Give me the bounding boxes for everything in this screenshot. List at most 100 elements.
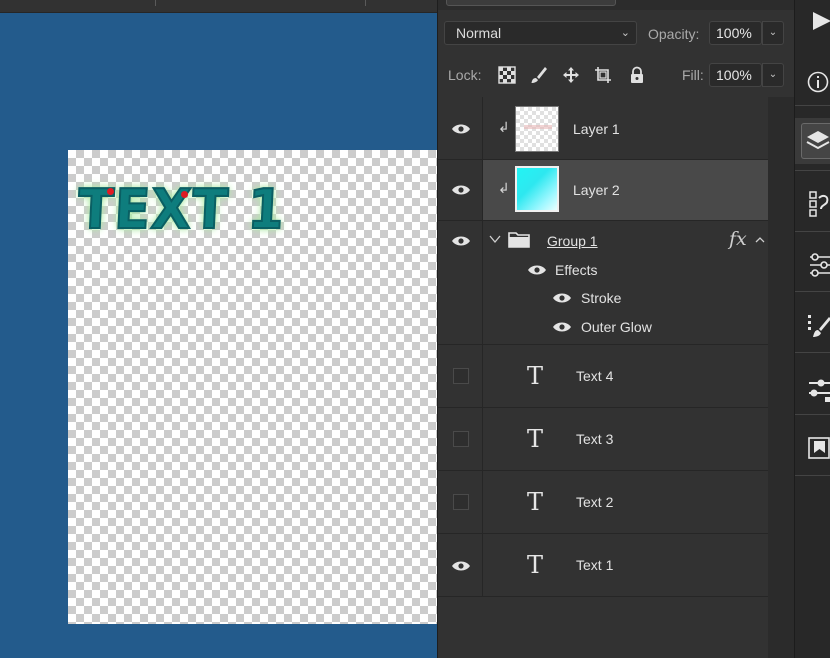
toolbar-divider [795, 291, 830, 292]
lock-position-icon[interactable] [562, 66, 580, 84]
glyphs-icon [809, 191, 829, 217]
right-panel-toolbar [794, 0, 830, 658]
opacity-value: 100% [716, 25, 752, 41]
layer-name[interactable]: Text 4 [576, 368, 613, 384]
visibility-column [438, 97, 483, 159]
anchor-point[interactable] [107, 188, 114, 195]
chevron-down-icon[interactable] [489, 234, 501, 244]
text-layer-icon: T [527, 551, 544, 579]
group-row[interactable]: Group 1 fx Effects Stroke Outer Glow [438, 221, 768, 345]
toolbar-divider [795, 170, 830, 171]
toolbar-divider [795, 475, 830, 476]
layer-name[interactable]: Text 3 [576, 431, 613, 447]
text-layer-icon: T [527, 425, 544, 453]
eye-icon[interactable] [552, 292, 572, 304]
canvas-tab-bar [0, 0, 437, 13]
visibility-column [438, 408, 483, 470]
visibility-column [438, 221, 483, 344]
lock-all-icon[interactable] [628, 66, 646, 84]
lock-image-pixels-icon[interactable] [530, 66, 548, 84]
opacity-field[interactable]: 100% ⌄ [709, 21, 784, 45]
toolbar-button[interactable] [795, 184, 830, 224]
document-canvas[interactable]: TEXT 1 [68, 150, 437, 624]
visibility-column [438, 471, 483, 533]
scrollbar-thumb[interactable] [774, 97, 788, 217]
eye-icon[interactable] [451, 184, 471, 196]
tab-divider [155, 0, 156, 6]
fill-value: 100% [716, 67, 752, 83]
toolbar-button[interactable] [795, 0, 830, 44]
panel-scrollbar[interactable] [768, 97, 795, 658]
toolbar-button-active[interactable] [795, 118, 830, 164]
eye-icon[interactable] [451, 235, 471, 247]
chevron-down-icon[interactable]: ⌄ [762, 63, 784, 87]
layer-thumbnail [515, 166, 559, 212]
toolbar-button[interactable] [795, 367, 830, 407]
anchor-point[interactable] [181, 191, 188, 198]
canvas-area[interactable]: TEXT 1 [0, 0, 437, 658]
info-icon [807, 71, 829, 93]
layer-row[interactable]: T Text 4 [438, 345, 768, 408]
eye-icon[interactable] [527, 264, 547, 276]
effects-label[interactable]: Effects [555, 262, 598, 278]
text-layer-icon: T [527, 488, 544, 516]
lock-label: Lock: [448, 67, 482, 83]
effect-outer-glow[interactable]: Outer Glow [581, 319, 652, 335]
lock-transparent-pixels-icon[interactable] [498, 66, 516, 84]
clipping-mask-arrow-icon: ↲ [498, 119, 510, 135]
toolbar-button[interactable] [795, 428, 830, 468]
layer-thumbnail [515, 106, 559, 152]
layer-name[interactable]: Text 2 [576, 494, 613, 510]
toolbar-divider [795, 352, 830, 353]
clipping-mask-arrow-icon: ↲ [498, 180, 510, 196]
thumbnail-content [524, 125, 552, 129]
effect-stroke[interactable]: Stroke [581, 290, 621, 306]
visibility-column [438, 345, 483, 407]
group-name[interactable]: Group 1 [547, 233, 598, 249]
panel-top-strip [438, 0, 795, 10]
toolbar-divider [795, 231, 830, 232]
adjustments-icon [810, 253, 830, 277]
fill-field[interactable]: 100% ⌄ [709, 63, 784, 87]
visibility-column [438, 160, 483, 220]
toolbar-button[interactable] [795, 62, 830, 102]
layer-row[interactable]: T Text 1 [438, 534, 768, 597]
blend-mode-value: Normal [456, 25, 502, 41]
layer-row-selected[interactable]: ↲ Layer 2 [438, 160, 768, 221]
text-layer-icon: T [527, 362, 544, 390]
book-icon [808, 437, 830, 459]
layers-panel: Normal ⌄ Opacity: 100% ⌄ Lock: Fill: 100… [437, 0, 795, 658]
opacity-label: Opacity: [648, 26, 700, 42]
chevron-up-icon[interactable] [755, 236, 765, 244]
toolbar-divider [795, 414, 830, 415]
toolbar-divider [795, 105, 830, 106]
visibility-toggle-off[interactable] [453, 368, 469, 384]
blend-mode-select[interactable]: Normal ⌄ [444, 21, 637, 45]
layer-row[interactable]: T Text 3 [438, 408, 768, 471]
properties-icon [809, 379, 830, 402]
toolbar-button[interactable] [795, 244, 830, 284]
layer-row[interactable]: ↲ Layer 1 [438, 97, 768, 160]
fill-label: Fill: [682, 67, 704, 83]
eye-icon[interactable] [451, 123, 471, 135]
eye-icon[interactable] [552, 321, 572, 333]
layer-name[interactable]: Layer 2 [573, 182, 620, 198]
eye-icon[interactable] [451, 560, 471, 572]
layer-name[interactable]: Layer 1 [573, 121, 620, 137]
chevron-down-icon: ⌄ [620, 27, 630, 39]
toolbar-button[interactable] [795, 305, 830, 345]
play-icon [813, 12, 830, 30]
visibility-toggle-off[interactable] [453, 494, 469, 510]
chevron-down-icon[interactable]: ⌄ [762, 21, 784, 45]
brush-settings-icon [808, 315, 830, 337]
lock-artboard-icon[interactable] [594, 66, 612, 84]
tab-divider [365, 0, 366, 6]
filter-control[interactable] [446, 0, 616, 6]
visibility-column [438, 534, 483, 596]
layer-row[interactable]: T Text 2 [438, 471, 768, 534]
folder-icon [508, 232, 530, 248]
layer-name[interactable]: Text 1 [576, 557, 613, 573]
visibility-toggle-off[interactable] [453, 431, 469, 447]
layers-icon [806, 131, 830, 150]
fx-icon[interactable]: fx [729, 228, 747, 250]
